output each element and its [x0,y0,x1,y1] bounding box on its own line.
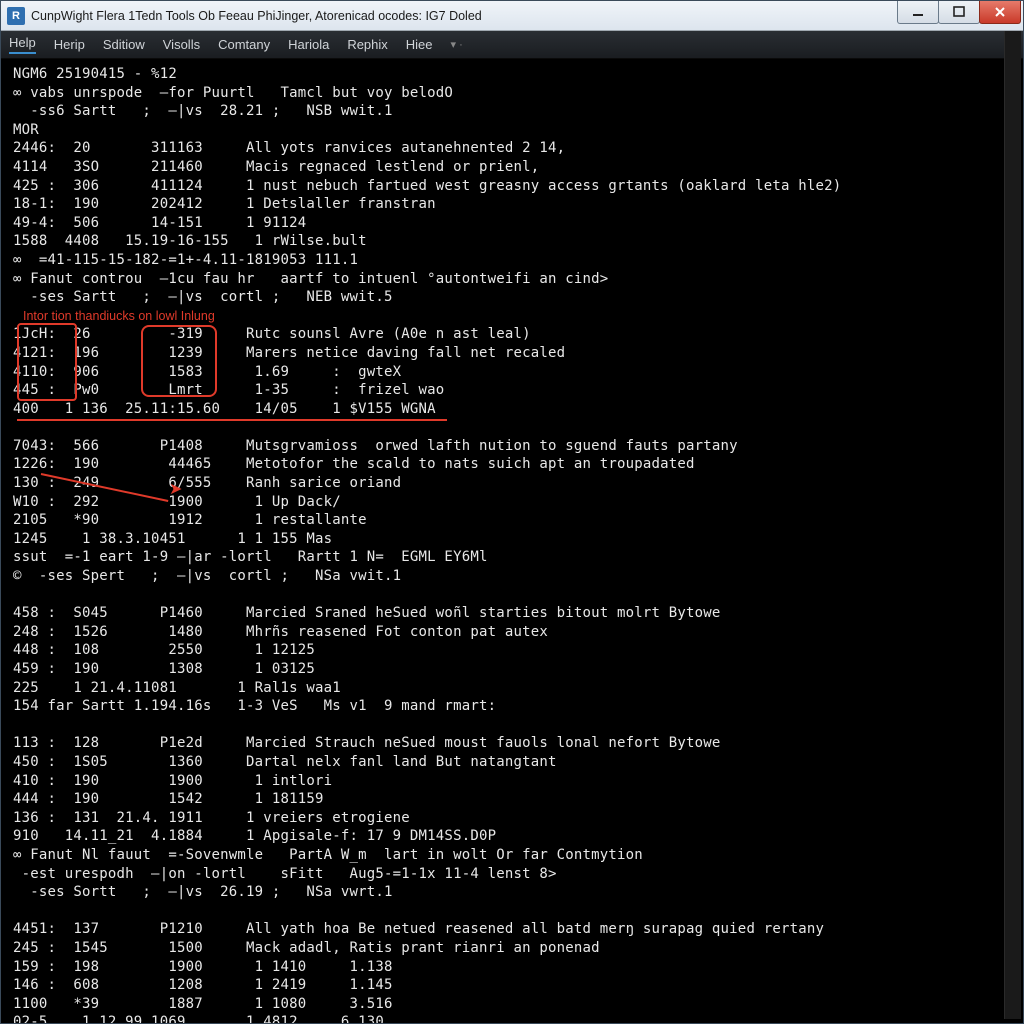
app-icon: R [7,7,25,25]
maximize-icon [952,5,966,19]
menu-hariola[interactable]: Hariola [288,37,329,52]
scrollbar-track[interactable] [1004,31,1021,1019]
menu-overflow-icon[interactable]: ▾ · [451,38,463,51]
window-title: CunpWight Flera 1Tedn Tools Ob Feeau Phi… [31,9,898,23]
menu-visolls[interactable]: Visolls [163,37,200,52]
maximize-button[interactable] [938,1,980,24]
minimize-button[interactable] [897,1,939,24]
terminal-output[interactable]: NGM6 25190415 - %12 ∞ vabs unrspode —for… [1,59,1023,1023]
close-icon [993,5,1007,19]
menu-rephix[interactable]: Rephix [347,37,387,52]
titlebar: R CunpWight Flera 1Tedn Tools Ob Feeau P… [1,1,1023,31]
app-window: R CunpWight Flera 1Tedn Tools Ob Feeau P… [0,0,1024,1024]
menu-comtany[interactable]: Comtany [218,37,270,52]
minimize-icon [911,5,925,19]
window-controls [898,1,1021,30]
menu-help[interactable]: Help [9,35,36,54]
menubar: Help Herip Sditiow Visolls Comtany Hario… [1,31,1023,59]
menu-herip[interactable]: Herip [54,37,85,52]
annotation-label: Intor tion thandiucks on lowl Inlung [23,309,215,323]
close-button[interactable] [979,1,1021,24]
menu-hiee[interactable]: Hiee [406,37,433,52]
menu-sditiow[interactable]: Sditiow [103,37,145,52]
